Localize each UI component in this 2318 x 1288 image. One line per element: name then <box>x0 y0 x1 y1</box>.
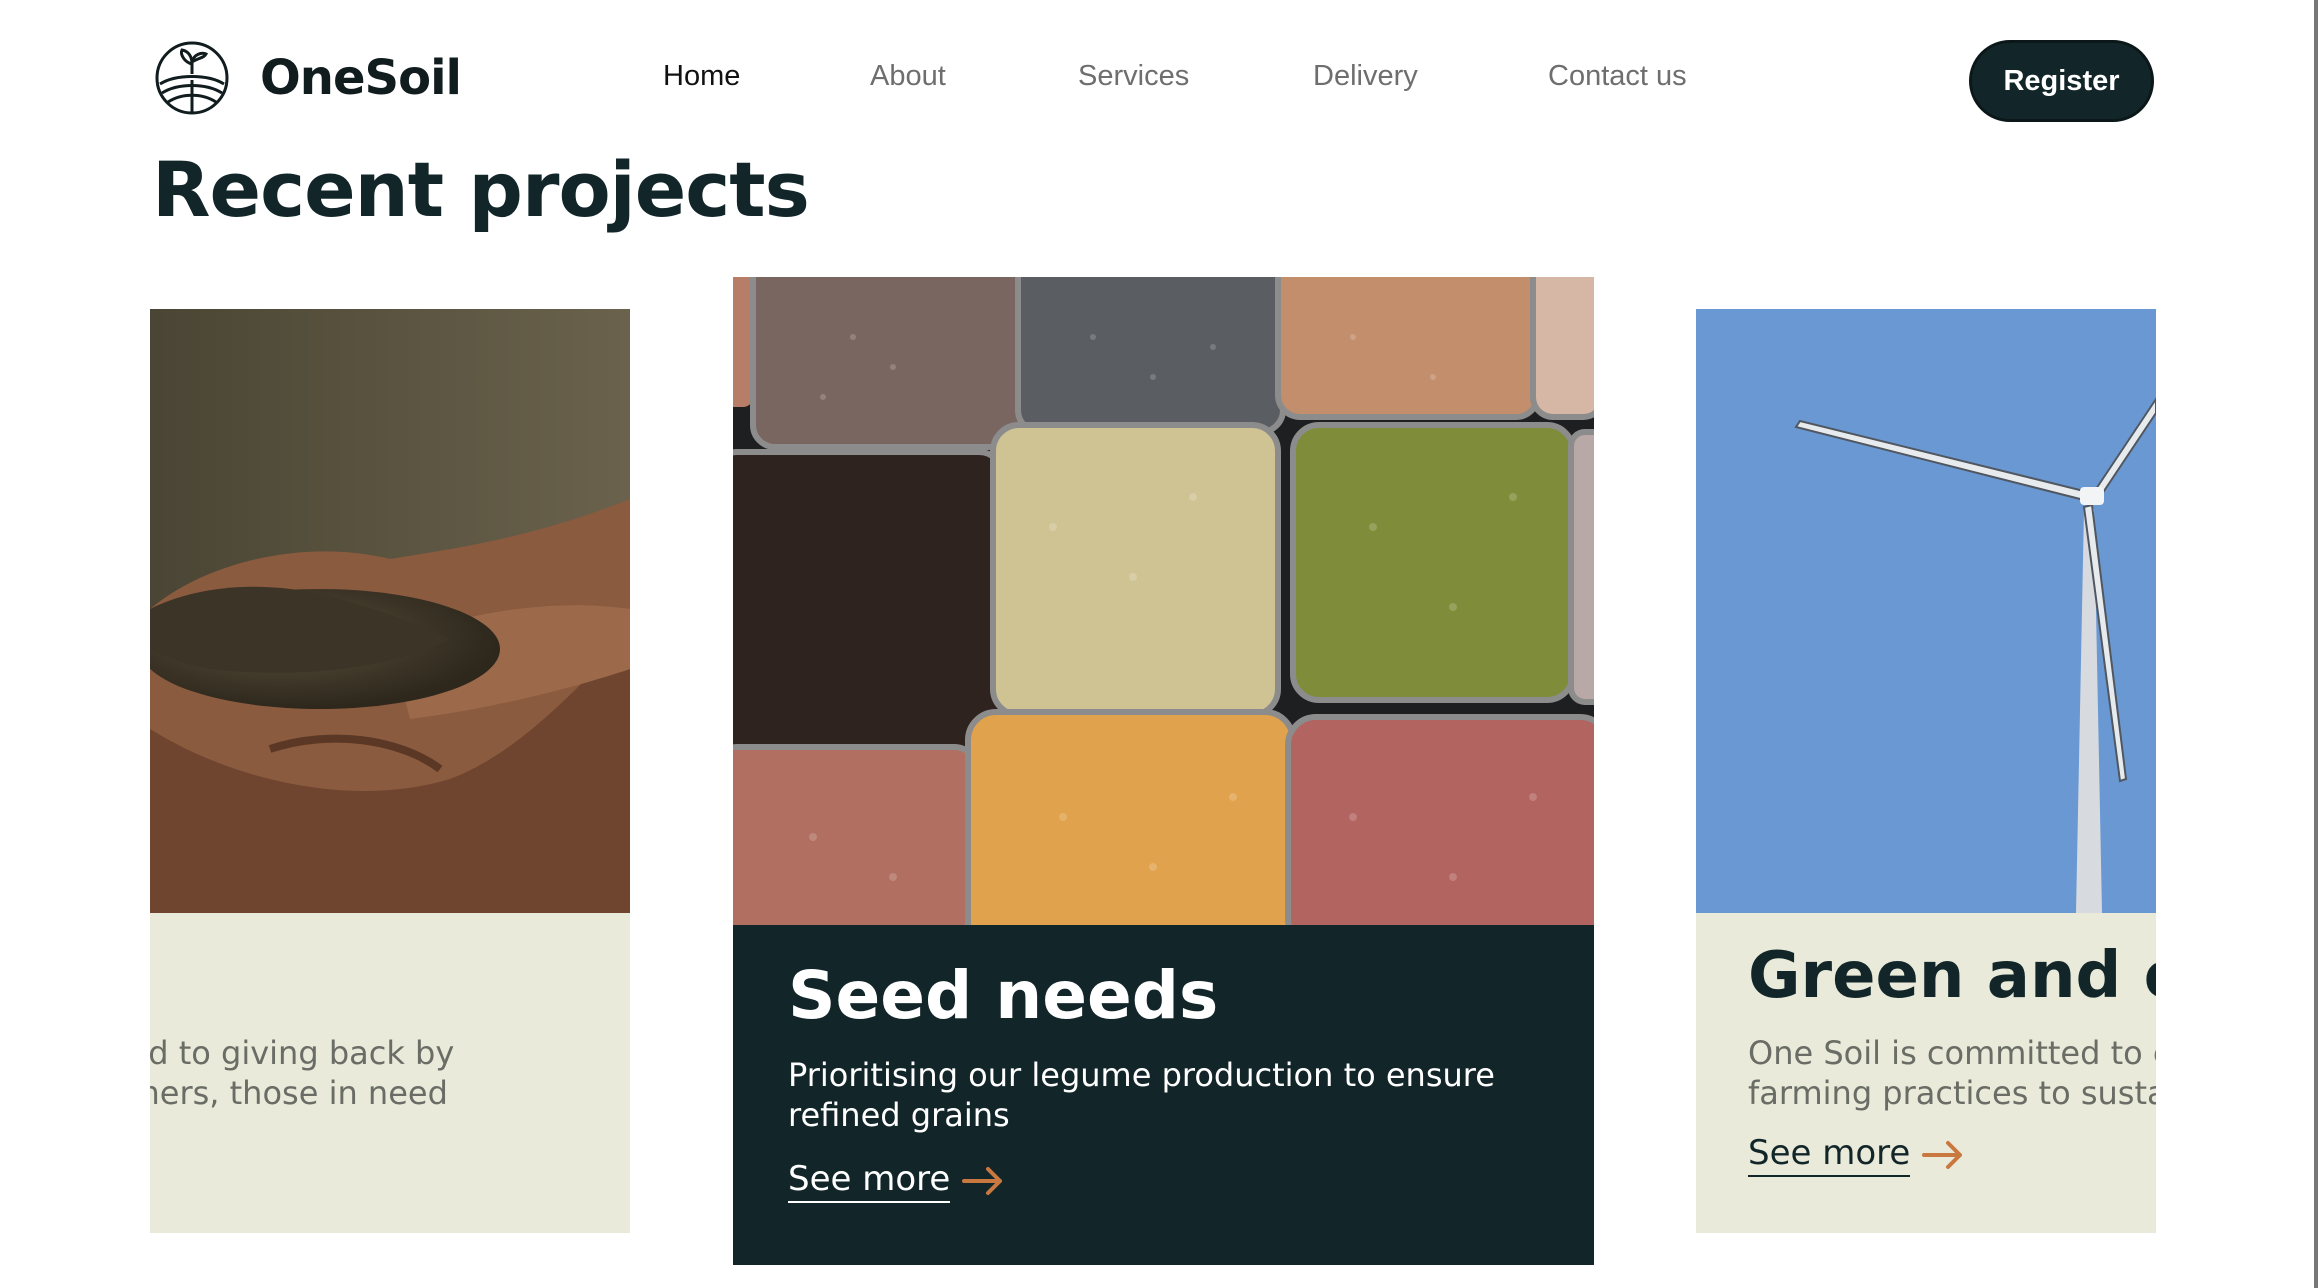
hands-soil-image <box>150 309 630 913</box>
nav-home[interactable]: Home <box>663 60 740 93</box>
project-card-soil[interactable]: ted to giving back by rmers, those in ne… <box>150 309 630 1233</box>
register-button[interactable]: Register <box>1969 40 2154 122</box>
see-more-label: See more <box>1748 1133 1911 1177</box>
grain-trays-image <box>733 277 1594 925</box>
arrow-right-icon <box>1922 1141 1963 1169</box>
card-description: One Soil is committed to ec farming prac… <box>1748 1034 2156 1112</box>
see-more-label: See more <box>788 1159 951 1203</box>
card-title: Seed needs <box>788 957 1219 1034</box>
nav-services[interactable]: Services <box>1078 60 1189 93</box>
see-more-link[interactable]: See more <box>1748 1133 1964 1177</box>
nav-delivery[interactable]: Delivery <box>1313 60 1418 93</box>
wind-turbine-image <box>1696 309 2156 913</box>
nav-about[interactable]: About <box>870 60 946 93</box>
card-description: Prioritising our legume production to en… <box>788 1056 1495 1134</box>
project-card-green-and-clean[interactable]: Green and cle One Soil is committed to e… <box>1696 309 2156 1233</box>
nav-contact-us[interactable]: Contact us <box>1548 60 1687 93</box>
card-description: ted to giving back by rmers, those in ne… <box>150 1034 455 1112</box>
card-title: Green and cle <box>1748 939 2156 1013</box>
page-title: Recent projects <box>152 145 810 234</box>
see-more-link[interactable]: See more <box>788 1159 1004 1203</box>
arrow-right-icon <box>962 1167 1003 1195</box>
project-card-seed-needs[interactable]: Seed needs Prioritising our legume produ… <box>733 277 1594 1265</box>
window-edge <box>2314 0 2318 1288</box>
